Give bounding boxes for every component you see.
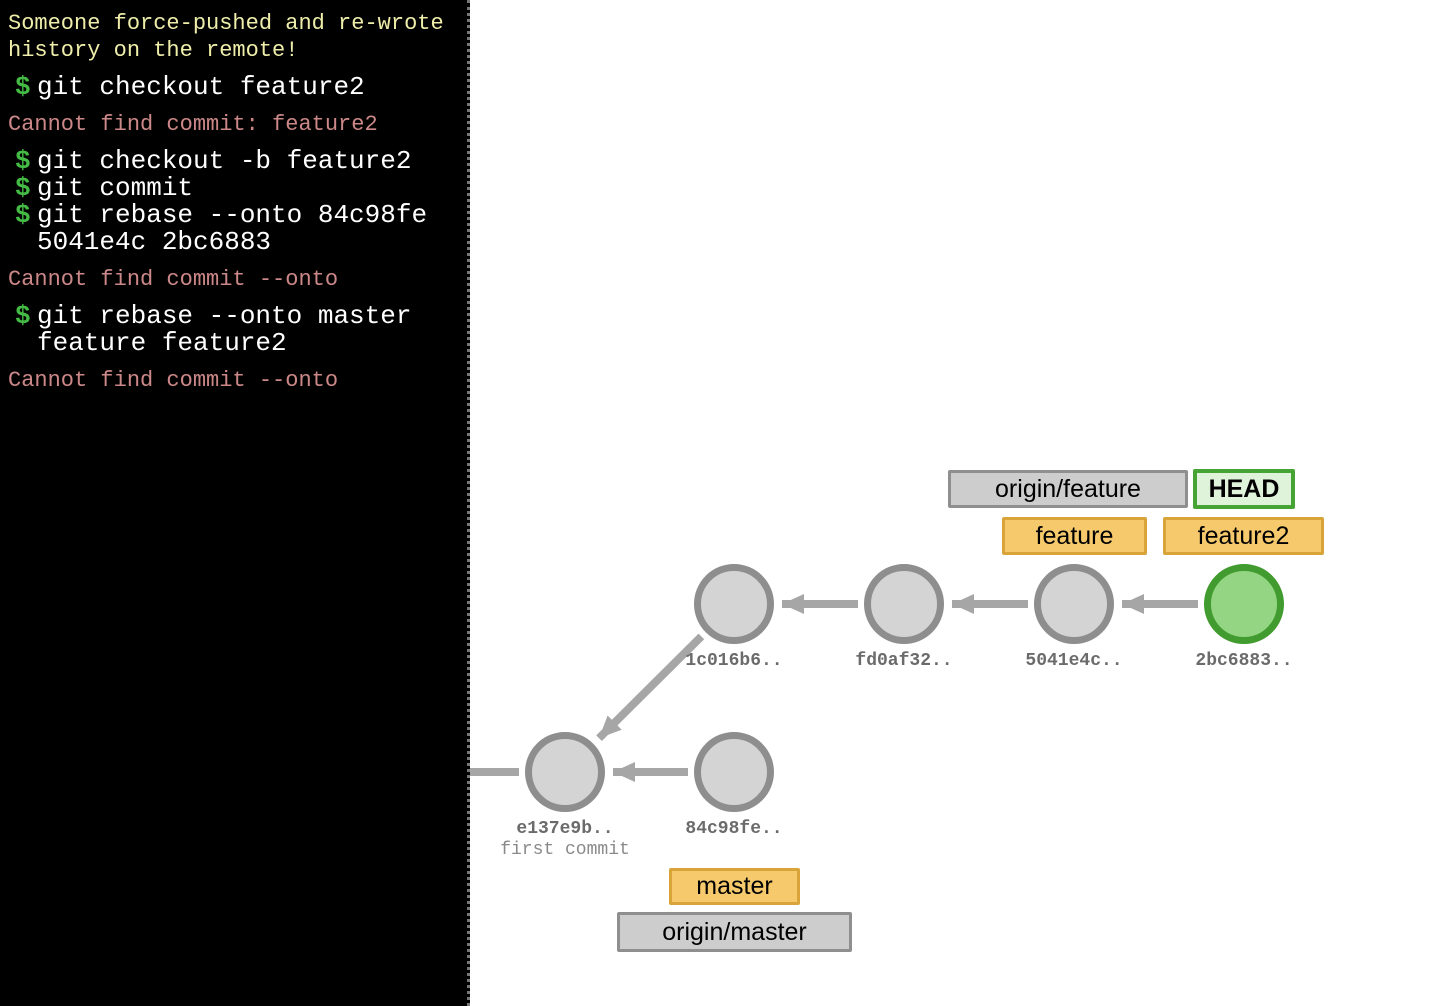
commit-node-5041e4c [1038,568,1111,641]
command-text: git rebase --onto 84c98fe 5041e4c 2bc688… [37,200,427,257]
prompt-symbol: $ [15,148,31,175]
command-text: git checkout -b feature2 [37,146,411,176]
commit-message-label: first commit [500,840,630,861]
commit-hash-label: 5041e4c.. [1025,651,1122,672]
prompt-symbol: $ [15,202,31,229]
commit-node-fd0af32 [868,568,941,641]
prompt-symbol: $ [15,175,31,202]
command-text: git commit [37,173,193,203]
ref-box-feature2: feature2 [1163,517,1324,555]
commit-hash-label: fd0af32.. [855,651,952,672]
commit-hash-label: e137e9b.. [516,819,613,840]
commit-node-2bc6883 [1208,568,1281,641]
commit-graph-canvas: 1c016b6.. fd0af32.. 5041e4c.. 2bc6883.. e137… [470,0,1440,1006]
terminal-panel[interactable]: Someone force-pushed and re-wrote histor… [0,0,470,1006]
terminal-message-line: Someone force-pushed and re-wrote histor… [8,10,461,64]
ref-box-master: master [669,868,800,905]
prompt-symbol: $ [15,303,31,330]
commit-hash-label: 2bc6883.. [1195,651,1292,672]
terminal-error-line: Cannot find commit --onto [8,266,461,293]
commit-node-84c98fe [698,736,771,809]
command-text: git checkout feature2 [37,72,365,102]
terminal-command-line: $git checkout -b feature2 [8,148,461,175]
terminal-command-line: $git rebase --onto master feature featur… [8,303,461,357]
prompt-symbol: $ [15,74,31,101]
terminal-error-line: Cannot find commit: feature2 [8,111,461,138]
commit-hash-label: 84c98fe.. [685,819,782,840]
terminal-error-line: Cannot find commit --onto [8,367,461,394]
ref-box-feature: feature [1002,517,1147,555]
terminal-command-line: $git commit [8,175,461,202]
ref-box-head: HEAD [1193,469,1295,509]
command-text: git rebase --onto master feature feature… [37,301,411,358]
git-learning-app: Someone force-pushed and re-wrote histor… [0,0,1440,1006]
terminal-command-line: $git checkout feature2 [8,74,461,101]
ref-box-origin-feature: origin/feature [948,470,1188,508]
commit-node-e137e9b [529,736,602,809]
terminal-command-line: $git rebase --onto 84c98fe 5041e4c 2bc68… [8,202,461,256]
ref-box-origin-master: origin/master [617,912,852,952]
commit-node-1c016b6 [698,568,771,641]
commit-hash-label: 1c016b6.. [685,651,782,672]
